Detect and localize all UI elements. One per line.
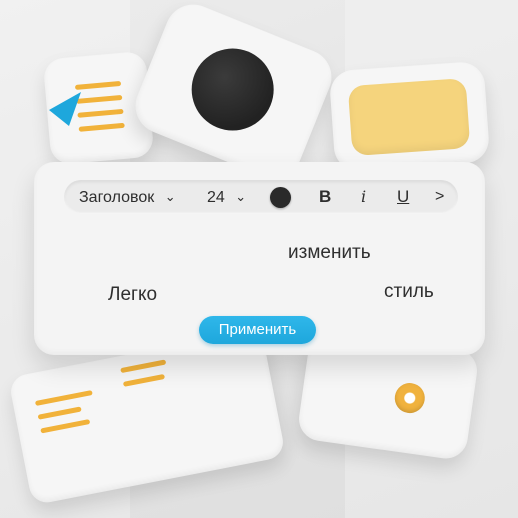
card-line xyxy=(37,406,82,420)
heading-dropdown-label: Заголовок xyxy=(79,189,155,206)
content-word: стиль xyxy=(384,281,434,302)
text-color-button[interactable] xyxy=(270,187,291,208)
heading-dropdown[interactable]: Заголовок ⌄ xyxy=(79,180,176,214)
card-line xyxy=(40,419,91,434)
formatting-toolbar: Заголовок ⌄ 24 ⌄ B i U > xyxy=(64,180,458,214)
underline-button[interactable]: U xyxy=(397,180,409,214)
yellow-rectangle-icon xyxy=(347,78,471,157)
font-size-dropdown[interactable]: 24 ⌄ xyxy=(207,180,246,214)
font-size-label: 24 xyxy=(207,189,225,206)
card-line xyxy=(122,373,166,387)
apply-button[interactable]: Применить xyxy=(199,316,316,344)
cursor-arrow-icon xyxy=(49,92,81,126)
doc-line xyxy=(74,80,122,90)
card-line xyxy=(120,359,167,374)
yellow-swatch-card xyxy=(328,60,491,173)
italic-button[interactable]: i xyxy=(361,180,366,214)
more-options-button[interactable]: > xyxy=(435,180,444,214)
chevron-down-icon: ⌄ xyxy=(164,189,176,204)
content-word: Легко xyxy=(108,284,158,305)
text-style-panel: Заголовок ⌄ 24 ⌄ B i U > Легко изменить … xyxy=(34,162,485,355)
black-circle-icon xyxy=(191,48,274,131)
chevron-down-icon: ⌄ xyxy=(235,189,247,204)
content-word: изменить xyxy=(288,242,371,263)
circle-card xyxy=(127,0,340,187)
bold-button[interactable]: B xyxy=(319,180,331,214)
card-line xyxy=(34,390,93,407)
orange-dot-icon xyxy=(392,381,427,416)
